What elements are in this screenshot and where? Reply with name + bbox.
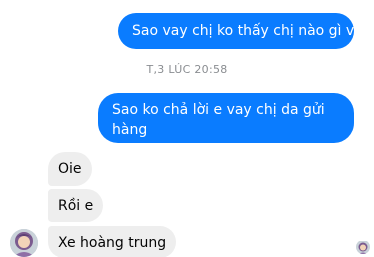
- read-receipt-avatar-icon: [356, 240, 370, 254]
- incoming-message-bubble[interactable]: Xe hoàng trung: [48, 226, 177, 257]
- incoming-message-bubble[interactable]: Rồi e: [48, 189, 104, 222]
- outgoing-message-bubble[interactable]: Sao vay chị ko thấy chị nào gì vay: [118, 13, 371, 49]
- incoming-message-bubble[interactable]: Oie: [48, 152, 92, 186]
- outgoing-message-bubble[interactable]: Sao ko chả lời e vay chị da gửi hàng cho…: [98, 93, 354, 158]
- contact-avatar[interactable]: [10, 229, 38, 257]
- message-timestamp: T,3 LÚC 20:58: [146, 63, 228, 76]
- avatar-photo-icon: [10, 229, 38, 257]
